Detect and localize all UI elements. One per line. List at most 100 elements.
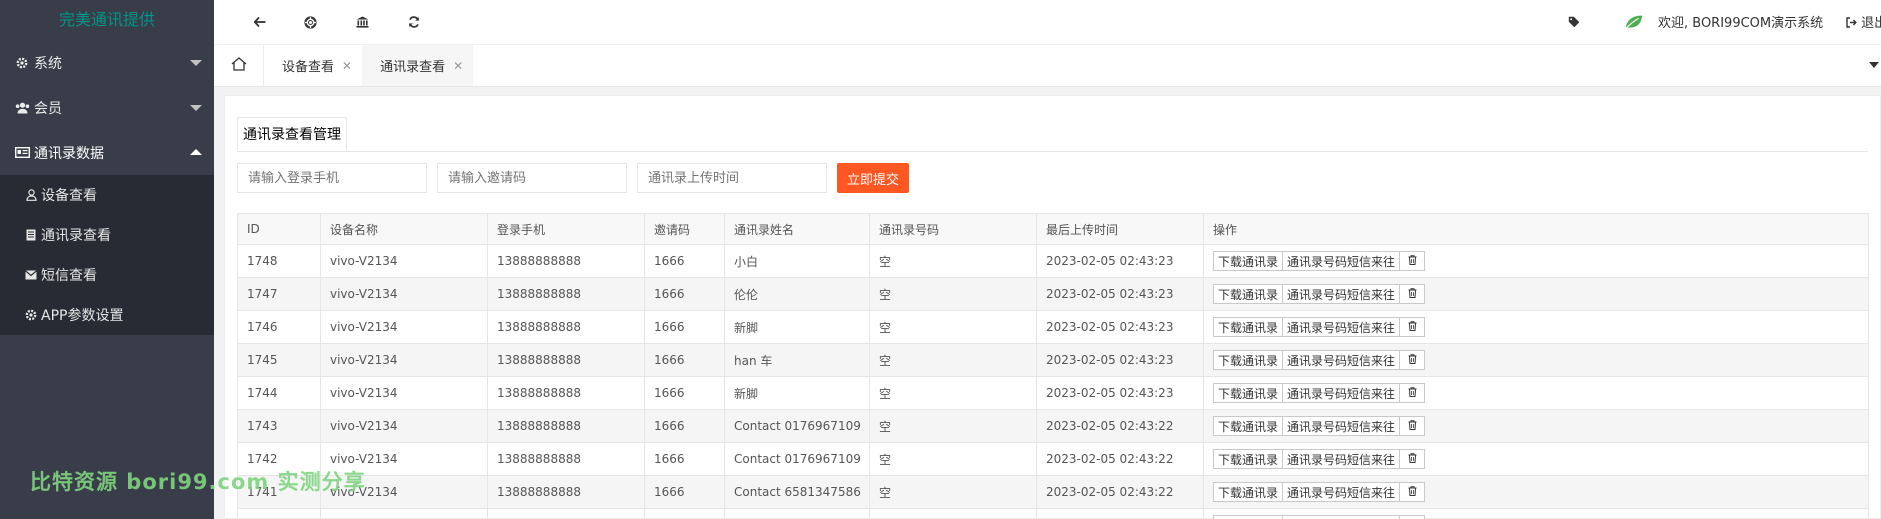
table-cell: 13888888888 [487, 409, 645, 443]
actions-cell: 下载通讯录通讯录号码短信来往 [1203, 376, 1869, 410]
logout-button[interactable]: 退出 [1846, 12, 1881, 31]
table-cell: 1744 [237, 376, 321, 410]
delete-button[interactable] [1399, 515, 1426, 519]
row-actions: 下载通讯录通讯录号码短信来往 [1213, 251, 1859, 271]
table-cell: vivo-V2134 [320, 310, 488, 344]
column-header: 最后上传时间 [1036, 213, 1204, 245]
actions-cell: 下载通讯录通讯录号码短信来往 [1203, 475, 1869, 509]
close-icon[interactable]: ✕ [453, 59, 463, 73]
sidebar-item-devices[interactable]: 设备查看 [0, 175, 214, 215]
table-cell: 空 [869, 277, 1037, 311]
column-header: 邀请码 [644, 213, 725, 245]
refresh-icon[interactable] [404, 12, 424, 32]
row-actions: 下载通讯录通讯录号码短信来往 [1213, 383, 1859, 403]
download-contacts-button[interactable]: 下载通讯录 [1213, 317, 1284, 337]
sms-history-button[interactable]: 通讯录号码短信来往 [1282, 449, 1401, 469]
download-contacts-button[interactable]: 下载通讯录 [1213, 449, 1284, 469]
sidebar-group-contacts[interactable]: 通讯录数据 [0, 130, 214, 175]
row-actions: 下载通讯录通讯录号码短信来往 [1213, 482, 1859, 502]
submit-button[interactable]: 立即提交 [837, 163, 910, 193]
app-logo: 完美通讯提供 [0, 0, 214, 40]
table-row: 1745 vivo-V2134 13888888888 1666 han 车空 2023-… [237, 343, 1869, 377]
table-cell: 伦伦 [724, 277, 870, 311]
table-cell: 空 [869, 475, 1037, 509]
sms-history-button[interactable]: 通讯录号码短信来往 [1282, 515, 1401, 519]
close-icon[interactable]: ✕ [342, 59, 352, 73]
table-cell: 1666 [644, 442, 725, 476]
sidebar-group-label: 会员 [34, 100, 62, 117]
sidebar-item-label: 设备查看 [41, 188, 97, 204]
table-cell: 小白 [724, 244, 870, 278]
table-row: 1748 vivo-V2134 13888888888 1666 小白空 2023-02-… [237, 244, 1869, 278]
sidebar-item-contacts[interactable]: 通讯录查看 [0, 215, 214, 255]
sms-history-button[interactable]: 通讯录号码短信来往 [1282, 284, 1401, 304]
sms-history-button[interactable]: 通讯录号码短信来往 [1282, 383, 1401, 403]
tab-devices[interactable]: 设备查看 ✕ [264, 45, 362, 86]
invite-code-input[interactable] [437, 163, 627, 193]
row-actions: 下载通讯录通讯录号码短信来往 [1213, 317, 1859, 337]
phone-search-input[interactable] [237, 163, 427, 193]
tab-label: 设备查看 [282, 60, 335, 75]
table-cell: 2023-02-05 02:43:23 [1036, 244, 1204, 278]
table-cell: 1666 [644, 277, 725, 311]
table-cell: 2023-02-05 02:43:23 [1036, 376, 1204, 410]
delete-button[interactable] [1399, 251, 1426, 271]
sidebar-group-members[interactable]: 会员 [0, 85, 214, 130]
table-cell [724, 508, 870, 519]
download-contacts-button[interactable]: 下载通讯录 [1213, 251, 1284, 271]
download-contacts-button[interactable]: 下载通讯录 [1213, 284, 1284, 304]
chevron-down-icon[interactable] [1869, 62, 1879, 68]
tab-label: 通讯录查看 [380, 60, 446, 75]
sidebar-item-label: 短信查看 [41, 268, 97, 284]
trash-icon [1408, 254, 1417, 268]
table-cell [320, 508, 488, 519]
sms-history-button[interactable]: 通讯录号码短信来往 [1282, 482, 1401, 502]
sms-history-button[interactable]: 通讯录号码短信来往 [1282, 416, 1401, 436]
delete-button[interactable] [1399, 416, 1426, 436]
download-contacts-button[interactable]: 下载通讯录 [1213, 515, 1284, 519]
gear-icon [24, 309, 38, 321]
sms-history-button[interactable]: 通讯录号码短信来往 [1282, 251, 1401, 271]
sms-history-button[interactable]: 通讯录号码短信来往 [1282, 350, 1401, 370]
row-actions: 下载通讯录通讯录号码短信来往 [1213, 515, 1859, 519]
delete-button[interactable] [1399, 350, 1426, 370]
delete-button[interactable] [1399, 383, 1426, 403]
tab-contacts[interactable]: 通讯录查看 ✕ [362, 45, 474, 86]
download-contacts-button[interactable]: 下载通讯录 [1213, 383, 1284, 403]
download-contacts-button[interactable]: 下载通讯录 [1213, 350, 1284, 370]
download-contacts-button[interactable]: 下载通讯录 [1213, 416, 1284, 436]
table-row: 下载通讯录通讯录号码短信来往 [237, 508, 1869, 519]
sidebar-group-system[interactable]: 系统 [0, 40, 214, 85]
table-cell: 空 [869, 376, 1037, 410]
table-cell: 1666 [644, 244, 725, 278]
column-header: 设备名称 [320, 213, 488, 245]
table-cell: 空 [869, 343, 1037, 377]
sidebar-item-app-settings[interactable]: APP参数设置 [0, 295, 214, 335]
life-ring-icon[interactable] [300, 12, 320, 32]
table-cell: han 车 [724, 343, 870, 377]
sms-history-button[interactable]: 通讯录号码短信来往 [1282, 317, 1401, 337]
actions-cell: 下载通讯录通讯录号码短信来往 [1203, 310, 1869, 344]
table-cell: vivo-V2134 [320, 244, 488, 278]
table-row: 1742 vivo-V2134 13888888888 1666 Contact 017… [237, 442, 1869, 476]
download-contacts-button[interactable]: 下载通讯录 [1213, 482, 1284, 502]
table-cell: 新脚 [724, 376, 870, 410]
delete-button[interactable] [1399, 284, 1426, 304]
delete-button[interactable] [1399, 317, 1426, 337]
bank-icon[interactable] [352, 12, 372, 32]
column-header: 通讯录号码 [869, 213, 1037, 245]
tag-icon[interactable] [1564, 12, 1584, 32]
upload-time-input[interactable] [637, 163, 827, 193]
table-cell: Contact 0176967109 [724, 442, 870, 476]
table-cell: 新脚 [724, 310, 870, 344]
back-arrow-icon[interactable] [250, 12, 270, 32]
delete-button[interactable] [1399, 449, 1426, 469]
table-cell: Contact 6581347586 [724, 475, 870, 509]
column-header: 通讯录姓名 [724, 213, 870, 245]
sidebar-item-sms[interactable]: 短信查看 [0, 255, 214, 295]
delete-button[interactable] [1399, 482, 1426, 502]
tab-home[interactable] [214, 45, 264, 86]
welcome-text: 欢迎, BORI99COM演示系统 [1658, 16, 1824, 31]
panel-title[interactable]: 通讯录查看管理 [237, 117, 347, 151]
table-cell: vivo-V2134 [320, 376, 488, 410]
